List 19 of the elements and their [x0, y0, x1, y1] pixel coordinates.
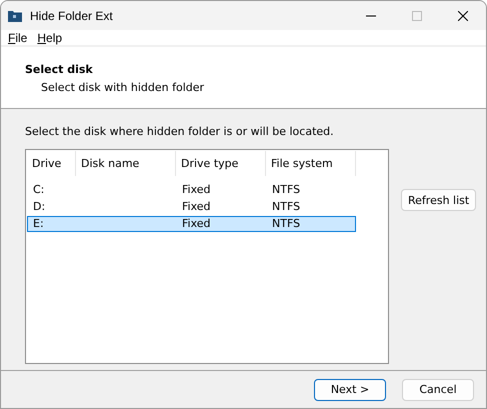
drive-row[interactable]: E: Fixed NTFS [27, 216, 356, 232]
column-header[interactable]: Drive [27, 151, 76, 176]
dialog-button[interactable]: Next > [314, 378, 386, 400]
column-header[interactable]: File system [266, 151, 356, 176]
column-header[interactable]: Drive type [176, 151, 266, 176]
window-title: Hide Folder Ext [30, 8, 114, 22]
folder-icon [8, 10, 22, 22]
column-header[interactable]: Disk name [76, 151, 176, 176]
page-title: Select disk [25, 63, 94, 76]
drive-list[interactable]: Drive Disk name Drive type File system C: Fixed NTFS D: Fixed NTFS E: Fixed NTFS [25, 149, 389, 364]
instruction-text: Select the disk where hidden folder is or will be located. [25, 125, 335, 138]
drive-row[interactable]: C: Fixed NTFS [27, 182, 356, 198]
menu-item[interactable]: Help [37, 30, 62, 44]
drive-row[interactable]: D: Fixed NTFS [27, 199, 356, 215]
page-subtitle: Select disk with hidden folder [41, 81, 206, 94]
close-icon[interactable] [458, 10, 468, 20]
dialog-button[interactable]: Cancel [402, 378, 474, 400]
menu-item[interactable]: File [8, 30, 28, 44]
refresh-list-button[interactable]: Refresh list [401, 189, 476, 211]
